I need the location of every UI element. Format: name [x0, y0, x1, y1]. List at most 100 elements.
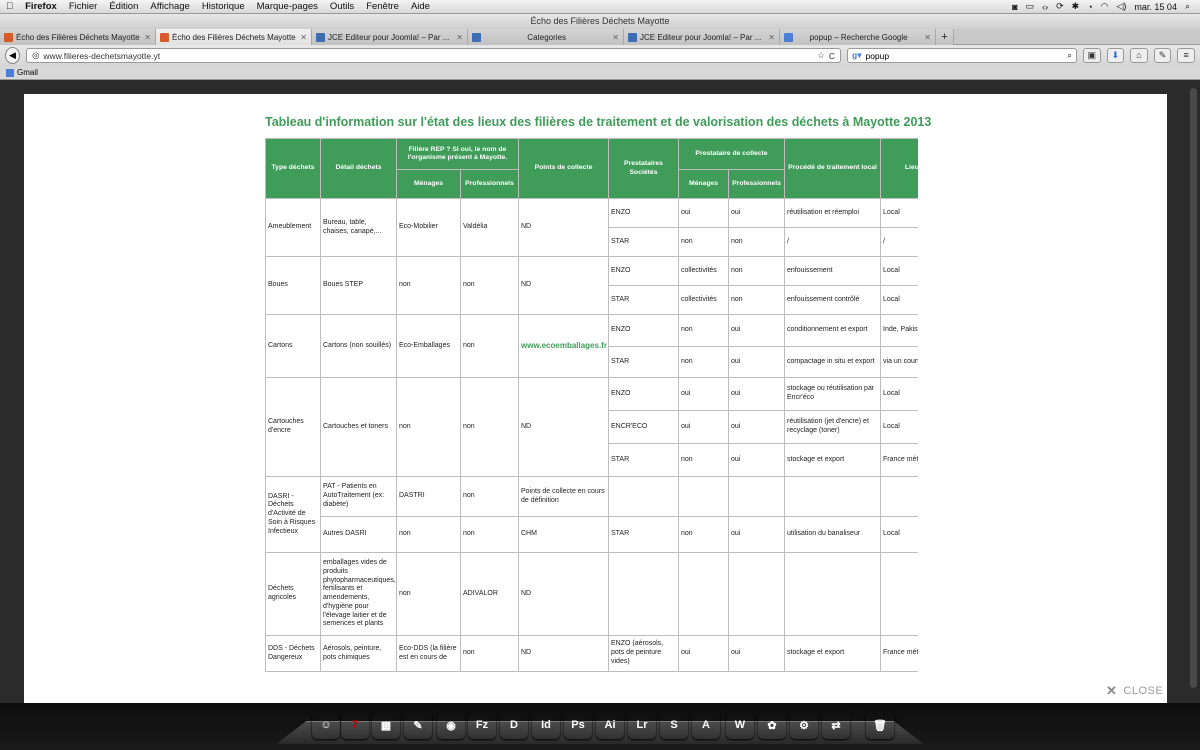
menu-affichage[interactable]: Affichage	[144, 0, 195, 14]
close-tab-icon[interactable]: ✕	[924, 33, 931, 42]
dock-teamviewer-icon[interactable]: ⇄	[822, 711, 850, 739]
cell-menages: non	[396, 516, 461, 553]
dock-dreamweaver-icon[interactable]: D	[500, 711, 528, 739]
menu-fichier[interactable]: Fichier	[63, 0, 104, 14]
tab-categories[interactable]: Categories ✕	[468, 29, 624, 45]
cell-lieu: Inde, Pakistan, Malésie	[880, 314, 918, 347]
downloads-button[interactable]: ⬇	[1106, 48, 1125, 63]
dock-finder-icon[interactable]: ☺	[312, 711, 340, 739]
url-bar[interactable]: ◎ www.filieres-dechetsmayotte.yt ☆ C	[26, 48, 841, 63]
close-tab-icon[interactable]: ✕	[456, 33, 463, 42]
cell-type: DDS - Déchets Dangereux	[265, 635, 321, 672]
clock[interactable]: mar. 15 04	[1134, 2, 1177, 12]
close-tab-icon[interactable]: ✕	[612, 33, 619, 42]
cell-prestataire: ENZO (aérosols, pots de peinture vides)	[608, 635, 679, 672]
bookmark-gmail[interactable]: Gmail	[17, 68, 38, 77]
addon-button[interactable]: ✎	[1153, 48, 1172, 63]
cell-pros-collecte: oui	[727, 516, 786, 553]
tab-label: Categories	[527, 32, 566, 42]
table-title: Tableau d'information sur l'état des lie…	[265, 115, 932, 129]
apple-icon[interactable]: 	[0, 0, 19, 14]
ecoemballages-link[interactable]: www.ecoemballages.fr	[518, 314, 609, 378]
menu-marque-pages[interactable]: Marque-pages	[251, 0, 324, 14]
cell-detail: Cartouches et toners	[320, 377, 397, 477]
dock-acrobat-icon[interactable]: A	[692, 711, 720, 739]
code-icon[interactable]: ‹›	[1042, 2, 1048, 12]
cell-pros-collecte: non	[727, 227, 786, 257]
cell-prestataire: ENZO	[608, 198, 679, 228]
bookmark-star-icon[interactable]: ☆	[817, 50, 825, 61]
search-icon[interactable]: ⌕	[1067, 50, 1072, 61]
menu-app-name[interactable]: Firefox	[19, 0, 63, 14]
cell-detail: PAT - Patients en AutoTraitement (ex: di…	[320, 476, 397, 517]
tab-jce-2[interactable]: JCE Editeur pour Joomla! – Par ... ✕	[624, 29, 780, 45]
url-text[interactable]: www.filieres-dechetsmayotte.yt	[43, 51, 813, 61]
bluetooth-icon[interactable]: ✱	[1072, 1, 1080, 12]
close-lightbox-button[interactable]: ✕ CLOSE	[1106, 683, 1163, 699]
tab-jce-1[interactable]: JCE Editeur pour Joomla! – Par ... ✕	[312, 29, 468, 45]
time-machine-icon[interactable]: ◔	[1087, 2, 1092, 12]
header-lieu: Lieu du tr...	[880, 138, 918, 199]
cell-prestataire: ENZO	[608, 314, 679, 347]
home-button[interactable]: ⌂	[1130, 48, 1148, 63]
table-row: DDS - Déchets Dangereux Aérosols, peintu…	[265, 635, 918, 672]
cell-prestataire: STAR	[608, 227, 679, 257]
dock-trash-icon[interactable]: 🗑	[866, 711, 894, 739]
window-icon[interactable]: ▭	[1026, 1, 1035, 12]
google-search-icon[interactable]: g▾	[852, 50, 861, 61]
menu-aide[interactable]: Aide	[405, 0, 436, 14]
wifi-icon[interactable]: ◠	[1101, 1, 1109, 12]
menu-fenetre[interactable]: Fenêtre	[360, 0, 405, 14]
dock-calculator-icon[interactable]: ▦	[372, 711, 400, 739]
dock-firefox-icon[interactable]: ◉	[437, 711, 465, 739]
dock-indesign-icon[interactable]: Id	[532, 711, 560, 739]
close-icon[interactable]: ✕	[1106, 683, 1117, 699]
header-procede: Procédé de traitement local	[784, 138, 882, 199]
dock-photoshop-icon[interactable]: Ps	[564, 711, 592, 739]
cell-menages: DASTRI	[396, 476, 461, 517]
table-row: Cartons Cartons (non souillés) Eco-Embal…	[265, 314, 918, 378]
tab-google[interactable]: popup – Recherche Google ✕	[780, 29, 936, 45]
menu-edition[interactable]: Édition	[103, 0, 144, 14]
tab-echo-2[interactable]: Écho des Filières Déchets Mayotte ✕	[156, 29, 312, 45]
back-button[interactable]: ◀	[5, 47, 20, 64]
dock-utility-icon[interactable]: ⚙	[790, 711, 818, 739]
globe-icon: ◎	[32, 50, 40, 60]
page-content: Tableau d'information sur l'état des lie…	[0, 80, 1200, 703]
dock-skype-icon[interactable]: S	[660, 711, 688, 739]
dock-lightroom-icon[interactable]: Lr	[628, 711, 656, 739]
search-box[interactable]: g▾ popup ⌕	[847, 48, 1077, 63]
table-viewport[interactable]: Type déchets Détail déchets Filière REP …	[265, 138, 918, 698]
dock-illustrator-icon[interactable]: Ai	[596, 711, 624, 739]
lightbox-popup: Tableau d'information sur l'état des lie…	[24, 94, 1167, 703]
close-tab-icon[interactable]: ✕	[768, 33, 775, 42]
page-scrollbar-thumb[interactable]	[1190, 88, 1197, 688]
dock-wunderlist-icon[interactable]: W	[726, 711, 754, 739]
cell-procede: utilisation du banaliseur	[784, 516, 882, 553]
close-tab-icon[interactable]: ✕	[144, 33, 151, 42]
dock-filezilla-icon[interactable]: Fz	[468, 711, 496, 739]
menu-button[interactable]: ≡	[1177, 48, 1195, 63]
cell-menages-collecte: oui	[678, 198, 729, 228]
dock-flower-icon[interactable]: ✿	[758, 711, 786, 739]
search-query[interactable]: popup	[865, 51, 1063, 61]
cell-prestataire: STAR	[608, 285, 679, 315]
page-scrollbar[interactable]	[1187, 80, 1200, 703]
screenshot-addon-button[interactable]: ▣	[1083, 48, 1101, 63]
new-tab-button[interactable]: +	[936, 29, 954, 45]
spotlight-icon[interactable]: ⌕	[1185, 1, 1190, 12]
close-tab-icon[interactable]: ✕	[300, 33, 307, 42]
joomla-favicon-icon	[628, 32, 637, 42]
menu-historique[interactable]: Historique	[196, 0, 251, 14]
sync-icon[interactable]: ⟳	[1056, 1, 1064, 12]
reload-icon[interactable]: C	[829, 51, 835, 61]
cell-pros-collecte: oui	[727, 377, 786, 411]
tab-echo-1[interactable]: Écho des Filières Déchets Mayotte ✕	[0, 29, 156, 45]
dock-preview-icon[interactable]: ✎	[404, 711, 432, 739]
dock-calendar-icon[interactable]: 7	[341, 711, 369, 739]
close-label[interactable]: CLOSE	[1123, 685, 1163, 697]
cell-collecte: ND	[518, 377, 609, 477]
menu-outils[interactable]: Outils	[324, 0, 360, 14]
skype-status-icon[interactable]: ◙	[1012, 2, 1017, 12]
volume-icon[interactable]: ◁)	[1117, 1, 1127, 12]
